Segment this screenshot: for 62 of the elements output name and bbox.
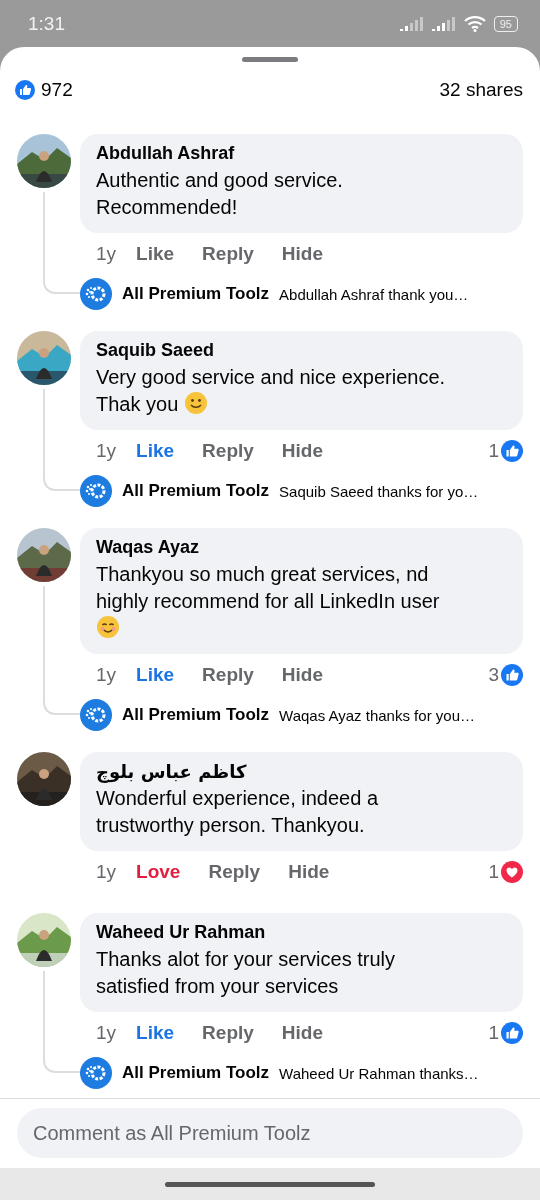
reply-text[interactable]: Saquib Saeed thanks for yo… (279, 482, 479, 500)
comment-time: 1y (96, 664, 117, 686)
reply-button[interactable]: Reply (202, 440, 254, 462)
comment-time: 1y (96, 1022, 117, 1044)
reply-text[interactable]: Waqas Ayaz thanks for you… (279, 706, 475, 724)
comment-text: Very good service and nice experience. Thak you (96, 365, 447, 417)
comment-time: 1y (96, 861, 117, 883)
comment-author[interactable]: Saquib Saeed (96, 340, 507, 361)
signal-icon (399, 16, 424, 31)
gear-logo-icon (80, 278, 112, 310)
battery-level: 95 (493, 15, 518, 32)
like-icon (501, 440, 523, 462)
home-indicator[interactable] (165, 1181, 375, 1187)
react-button[interactable]: Like (136, 1022, 175, 1044)
hide-button[interactable]: Hide (288, 861, 330, 883)
reply-text[interactable]: Waheed Ur Rahman thanks… (279, 1064, 479, 1082)
hide-button[interactable]: Hide (281, 664, 324, 686)
hide-button[interactable]: Hide (281, 243, 324, 265)
reaction-count[interactable]: 1 (488, 1022, 499, 1044)
gear-logo-icon (80, 699, 112, 731)
comment-time: 1y (96, 243, 117, 265)
comment-text: Wonderful experience, indeed a trustworthy person. Thankyou. (96, 786, 380, 838)
react-button[interactable]: Like (136, 243, 175, 265)
comment-author[interactable]: Abdullah Ashraf (96, 143, 507, 164)
reply-button[interactable]: Reply (202, 1022, 254, 1044)
react-button[interactable]: Love (136, 861, 181, 883)
reply-button[interactable]: Reply (202, 243, 254, 265)
like-icon (15, 80, 35, 100)
gear-logo-icon (80, 1057, 112, 1089)
comment-text: Authentic and good service. Recommended! (96, 168, 344, 220)
hide-button[interactable]: Hide (281, 440, 324, 462)
comment-author[interactable]: كاظم عباس بلوچ (96, 761, 507, 782)
react-button[interactable]: Like (136, 664, 175, 686)
signal-icon (431, 16, 456, 31)
hide-button[interactable]: Hide (281, 1022, 324, 1044)
reaction-count[interactable]: 3 (488, 664, 499, 686)
comment-input-field[interactable]: Comment as All Premium Toolz (17, 1108, 523, 1158)
comment-time: 1y (96, 440, 117, 462)
reply-author[interactable]: All Premium Toolz (122, 1063, 270, 1083)
comment-text: Thanks alot for your services truly satisfied from your services (96, 947, 396, 999)
reply-button[interactable]: Reply (202, 664, 254, 686)
comment-author[interactable]: Waqas Ayaz (96, 537, 507, 558)
gear-logo-icon (80, 475, 112, 507)
reply-text[interactable]: Abdullah Ashraf thank you… (279, 285, 469, 303)
share-count[interactable]: 32 shares (439, 79, 523, 101)
like-icon (501, 664, 523, 686)
like-icon (501, 1022, 523, 1044)
like-count[interactable]: 972 (41, 79, 434, 101)
reply-author[interactable]: All Premium Toolz (122, 284, 270, 304)
reply-author[interactable]: All Premium Toolz (122, 705, 270, 725)
comment-text: Thankyou so much great services, nd highly recommend for all LinkedIn user (96, 561, 507, 642)
drag-handle[interactable] (242, 57, 298, 62)
comment-author[interactable]: Waheed Ur Rahman (96, 922, 507, 943)
reply-author[interactable]: All Premium Toolz (122, 481, 270, 501)
smiley-icon (96, 615, 120, 639)
react-button[interactable]: Like (136, 440, 175, 462)
reply-button[interactable]: Reply (208, 861, 261, 883)
reaction-count[interactable]: 1 (488, 440, 499, 462)
wifi-icon (463, 15, 486, 32)
reaction-count[interactable]: 1 (488, 861, 499, 883)
status-time: 1:31 (28, 12, 66, 35)
smiley-icon (183, 391, 208, 415)
